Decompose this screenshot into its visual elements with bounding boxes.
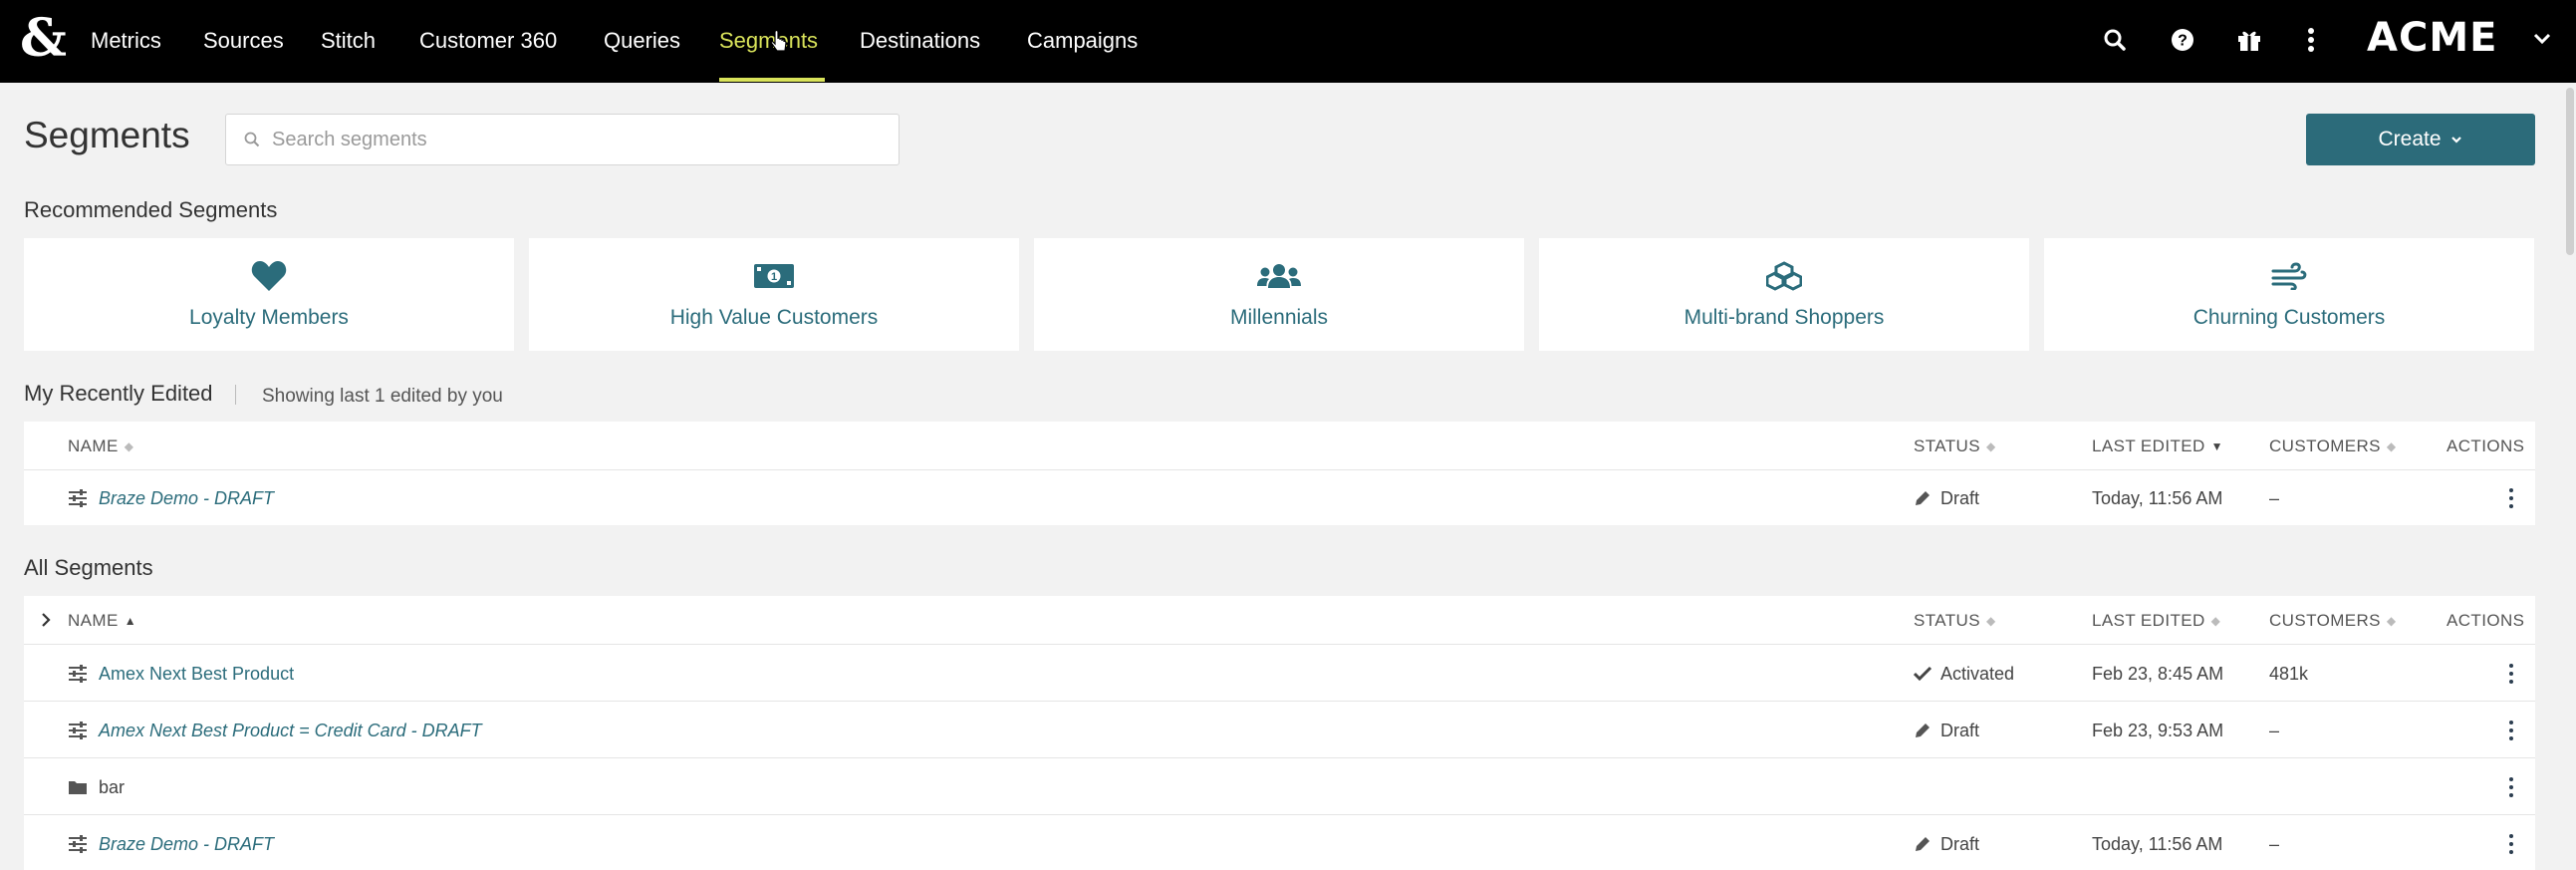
table-row: Braze Demo - DRAFT Draft Today, 11:56 AM… [24,471,2535,525]
pencil-icon [1916,491,1930,505]
customers-count: – [2269,488,2280,508]
customers-count: 481k [2269,664,2309,684]
search-box[interactable] [225,114,900,165]
chevron-right-icon[interactable] [38,611,54,629]
sliders-icon [69,489,87,507]
recent-title: My Recently Edited [24,381,213,406]
card-multi-brand-shoppers[interactable]: Multi-brand Shoppers [1539,238,2029,351]
row-actions-icon[interactable] [2503,830,2519,858]
card-label: Multi-brand Shoppers [1683,306,1885,329]
row-actions-icon[interactable] [2503,660,2519,688]
heart-icon [251,261,287,291]
nav-customer-360[interactable]: Customer 360 [419,24,557,58]
money-bill-icon: 1 [754,264,794,288]
folder-name-link[interactable]: bar [99,775,125,799]
column-header-customers[interactable]: CUSTOMERS ◆ [2269,435,2397,458]
table-row: Amex Next Best Product = Credit Card - D… [24,703,2535,758]
column-header-last-edited[interactable]: LAST EDITED ◆ [2092,609,2220,633]
status-text: Draft [1940,488,1980,508]
sliders-icon [69,835,87,853]
nav-segments[interactable]: Segments [719,24,818,58]
brand-logo[interactable]: ACME [2367,12,2497,64]
card-label: Millennials [1229,306,1329,329]
cubes-icon [1766,261,1802,291]
divider [235,385,236,405]
wind-icon [2271,262,2307,290]
status-text: Draft [1940,834,1980,854]
segment-name-link[interactable]: Amex Next Best Product = Credit Card - D… [99,719,482,742]
pencil-icon [1916,837,1930,851]
table-row: Amex Next Best Product Activated Feb 23,… [24,646,2535,702]
status-text: Draft [1940,721,1980,740]
card-label: Loyalty Members [189,306,349,329]
search-input[interactable] [272,128,870,151]
svg-text:?: ? [2178,33,2188,50]
column-header-actions: ACTIONS [2447,611,2525,630]
card-millennials[interactable]: Millennials [1034,238,1524,351]
gift-icon[interactable] [2231,22,2267,58]
table-header: NAME ◆ STATUS ◆ LAST EDITED ▼ CUSTOMERS ◆ AC… [24,422,2535,470]
search-icon[interactable] [2097,22,2133,58]
last-edited-text: Today, 11:56 AM [2092,488,2223,508]
last-edited-text: Feb 23, 8:45 AM [2092,664,2224,684]
segment-name-link[interactable]: Braze Demo - DRAFT [99,832,274,856]
row-actions-icon[interactable] [2503,484,2519,512]
search-icon [244,132,260,147]
nav-metrics[interactable]: Metrics [91,24,161,58]
scrollbar-thumb[interactable] [2566,88,2574,255]
row-actions-icon[interactable] [2503,717,2519,744]
recent-subtitle: Showing last 1 edited by you [262,386,503,407]
segment-name-link[interactable]: Braze Demo - DRAFT [99,486,274,510]
recent-table: NAME ◆ STATUS ◆ LAST EDITED ▼ CUSTOMERS ◆ AC… [24,422,2535,525]
table-row: bar [24,759,2535,815]
page-title: Segments [24,115,190,155]
chevron-down-icon[interactable] [2530,26,2554,50]
sliders-icon [69,722,87,739]
all-segments-table: NAME ▲ STATUS ◆ LAST EDITED ◆ CUSTOMERS ◆ AC… [24,596,2535,870]
column-header-actions: ACTIONS [2447,436,2525,455]
card-loyalty-members[interactable]: Loyalty Members [24,238,514,351]
nav-stitch[interactable]: Stitch [321,24,376,58]
column-header-status[interactable]: STATUS ◆ [1914,435,1996,458]
table-row: Braze Demo - DRAFT Draft Today, 11:56 AM… [24,816,2535,870]
folder-icon [69,781,87,794]
nav-active-indicator [719,78,825,82]
column-header-last-edited[interactable]: LAST EDITED ▼ [2092,435,2223,458]
svg-text:1: 1 [771,271,777,283]
column-header-status[interactable]: STATUS ◆ [1914,609,1996,633]
nav-destinations[interactable]: Destinations [860,24,980,58]
help-icon[interactable]: ? [2165,22,2200,58]
customers-count: – [2269,721,2280,740]
create-button[interactable]: Create [2306,114,2535,165]
nav-campaigns[interactable]: Campaigns [1027,24,1138,58]
customers-count: – [2269,834,2280,854]
card-high-value-customers[interactable]: 1 High Value Customers [529,238,1019,351]
column-header-name[interactable]: NAME ◆ [68,435,133,458]
nav-sources[interactable]: Sources [203,24,284,58]
chevron-down-icon [2450,137,2461,144]
column-header-name[interactable]: NAME ▲ [68,609,136,633]
card-churning-customers[interactable]: Churning Customers [2044,238,2534,351]
hand-cursor-icon [770,30,787,52]
card-label: High Value Customers [669,306,879,329]
row-actions-icon[interactable] [2503,773,2519,801]
recommended-title: Recommended Segments [24,197,278,222]
users-icon [1257,264,1301,288]
status-text: Activated [1940,664,2015,684]
checkmark-icon [1913,666,1932,682]
sliders-icon [69,665,87,683]
top-nav: & Metrics Sources Stitch Customer 360 Qu… [0,0,2576,83]
card-label: Churning Customers [2192,306,2386,329]
column-header-customers[interactable]: CUSTOMERS ◆ [2269,609,2397,633]
last-edited-text: Feb 23, 9:53 AM [2092,721,2224,740]
segment-name-link[interactable]: Amex Next Best Product [99,662,294,686]
last-edited-text: Today, 11:56 AM [2092,834,2223,854]
ampersand-logo[interactable]: & [20,12,70,66]
more-vertical-icon[interactable] [2293,22,2329,58]
nav-queries[interactable]: Queries [604,24,680,58]
pencil-icon [1916,724,1930,737]
create-button-label: Create [2378,128,2442,150]
table-header: NAME ▲ STATUS ◆ LAST EDITED ◆ CUSTOMERS ◆ AC… [24,596,2535,645]
all-segments-title: All Segments [24,555,153,580]
